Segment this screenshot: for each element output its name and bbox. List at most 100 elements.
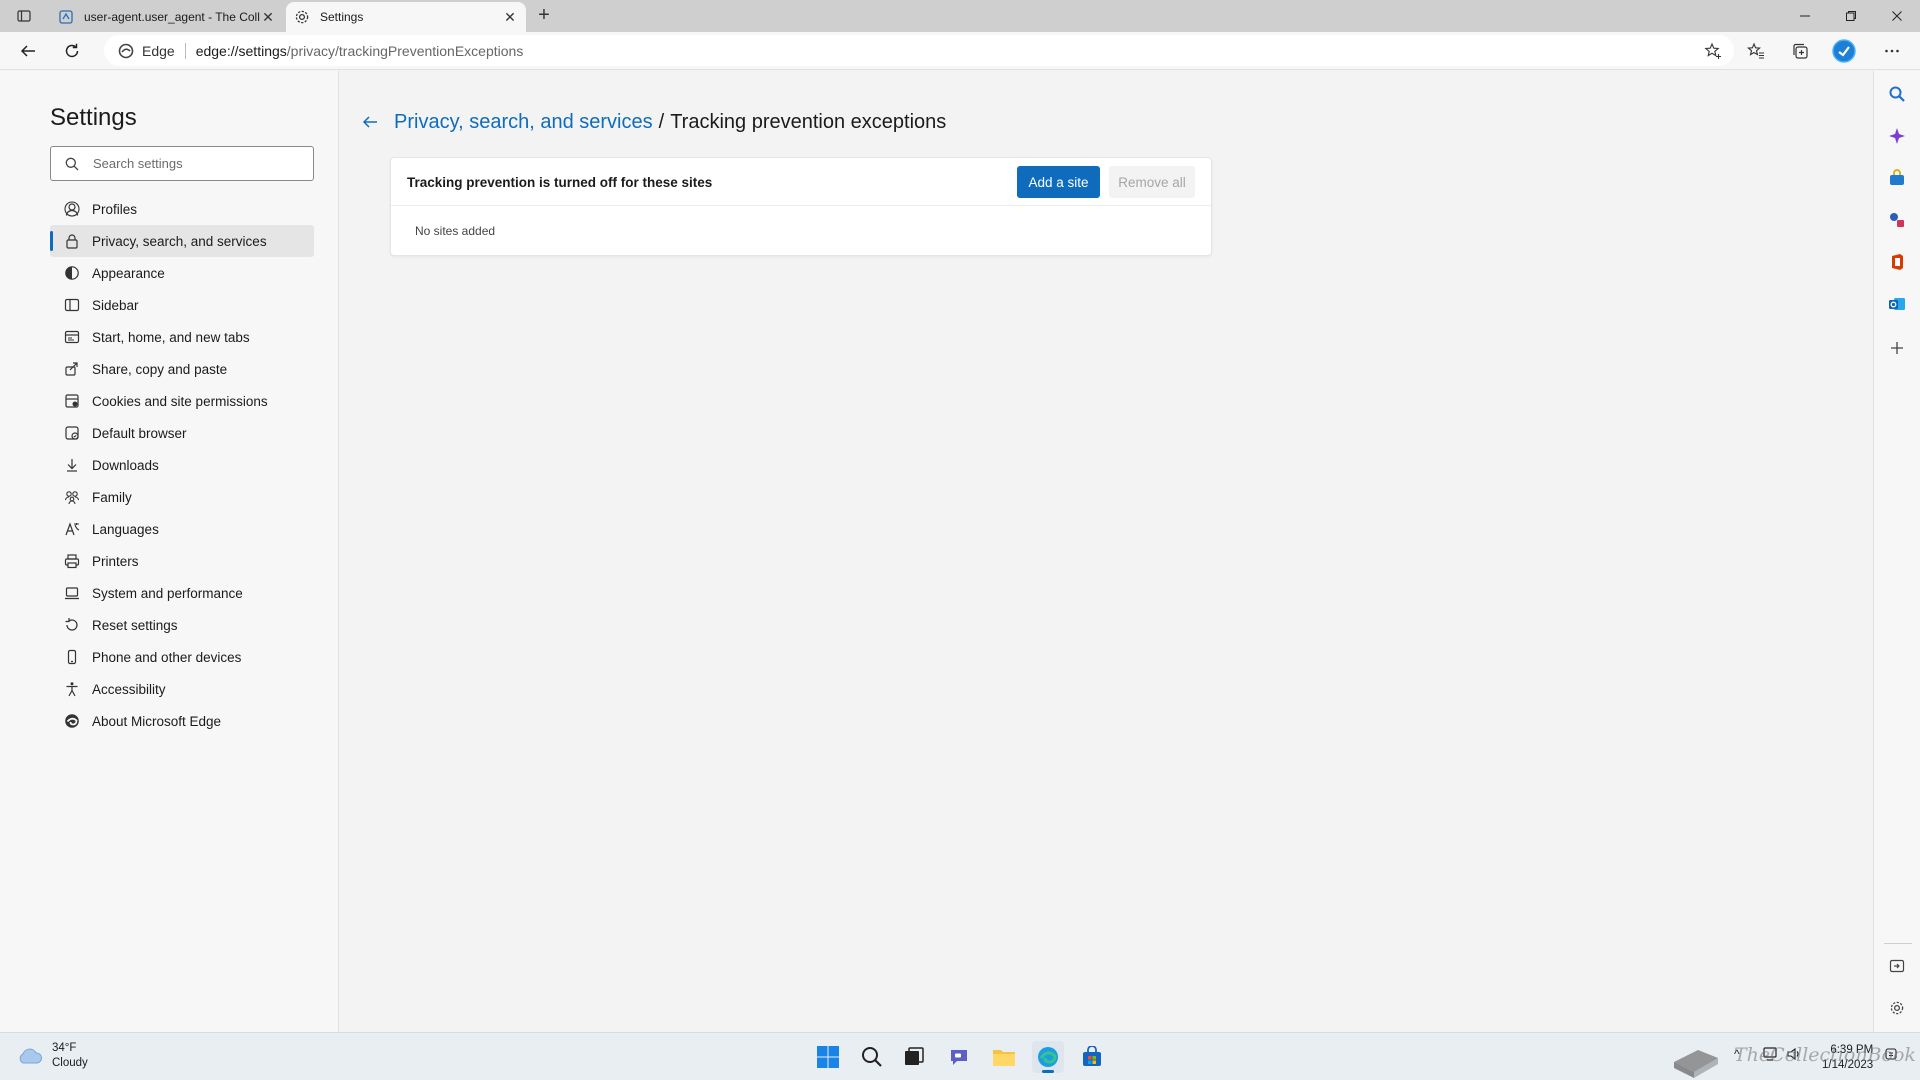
search-icon[interactable] [1886,83,1908,105]
sidebar-item-reset-settings[interactable]: Reset settings [50,609,314,641]
sidebar-item-label: Default browser [92,425,187,441]
address-separator [184,42,186,59]
browser-toolbar: Edge edge://settings/privacy/trackingPre… [0,32,1920,70]
breadcrumb-parent-link[interactable]: Privacy, search, and services [394,111,653,134]
sidebar-item-share-copy-and-paste[interactable]: Share, copy and paste [50,353,314,385]
appearance-icon [64,265,80,281]
sidebar-item-start-home-and-new-tabs[interactable]: Start, home, and new tabs [50,321,314,353]
tab-title: user-agent.user_agent - The Coll [84,10,260,24]
url-host: edge://settings [195,42,287,59]
remove-all-button[interactable]: Remove all [1109,166,1195,198]
tab-title: Settings [320,10,364,24]
tab-actions-button[interactable] [8,4,40,28]
address-bar[interactable]: Edge edge://settings/privacy/trackingPre… [104,35,1734,66]
settings-sidebar: Settings Profiles Privacy, search, and se… [0,71,339,1032]
sidebar-divider [1884,943,1912,944]
sidebar-item-accessibility[interactable]: Accessibility [50,673,314,705]
tools-icon[interactable] [1886,209,1908,231]
profile-avatar-icon[interactable] [1832,39,1856,63]
favorites-icon[interactable] [1744,39,1768,63]
minimize-button[interactable] [1782,0,1828,32]
profile-icon [64,201,80,217]
back-arrow-icon[interactable] [358,110,382,134]
restore-button[interactable] [1828,0,1874,32]
temperature: 34°F [52,1042,77,1054]
book-logo-icon [1674,1050,1718,1078]
sidebar-item-family[interactable]: Family [50,481,314,513]
hide-sidebar-icon[interactable] [1886,955,1908,977]
weather-widget[interactable]: 34°F Cloudy [16,1041,88,1071]
collections-icon[interactable] [1788,39,1812,63]
tab-settings[interactable]: Settings ✕ [286,2,526,32]
empty-state-text: No sites added [415,224,496,238]
sidebar-item-phone-and-other-devices[interactable]: Phone and other devices [50,641,314,673]
sidebar-item-label: About Microsoft Edge [92,713,222,729]
taskbar-search-button[interactable] [856,1041,888,1073]
sidebar-settings-icon[interactable] [1886,997,1908,1019]
store-icon [1083,1046,1101,1066]
sidebar-item-privacy-search-and-services[interactable]: Privacy, search, and services [50,225,314,257]
close-tab-icon[interactable]: ✕ [260,9,276,26]
sidebar-item-system-and-performance[interactable]: System and performance [50,577,314,609]
office-icon[interactable] [1886,251,1908,273]
new-tab-button[interactable]: + [532,4,556,28]
breadcrumb: Privacy, search, and services / Tracking… [358,110,946,134]
start-button[interactable] [812,1041,844,1073]
sidebar-item-appearance[interactable]: Appearance [50,257,314,289]
sidebar-item-sidebar[interactable]: Sidebar [50,289,314,321]
printer-icon [64,553,80,569]
browser-icon [64,425,80,441]
discover-sparkle-icon[interactable] [1886,125,1908,147]
sidebar-item-label: Cookies and site permissions [92,393,268,409]
cookies-icon [64,393,80,409]
add-a-site-button[interactable]: Add a site [1017,166,1100,198]
sidebar-item-label: Start, home, and new tabs [92,329,250,345]
search-icon [65,157,79,170]
sidebar-item-cookies-and-site-permissions[interactable]: Cookies and site permissions [50,385,314,417]
share-icon [64,361,80,377]
sidebar-item-printers[interactable]: Printers [50,545,314,577]
add-favorite-icon[interactable] [1704,42,1722,60]
back-button[interactable] [14,37,42,65]
add-icon[interactable] [1886,337,1908,359]
edge-taskbar-button[interactable] [1032,1041,1064,1073]
close-tab-icon[interactable]: ✕ [502,9,518,26]
search-input[interactable] [93,156,303,171]
reset-icon [64,617,80,633]
close-window-button[interactable] [1874,0,1920,32]
watermark-text: TheCollectionBook [1734,1044,1916,1066]
laptop-icon [64,585,80,601]
accessibility-icon [64,681,80,697]
card-header: Tracking prevention is turned off for th… [391,158,1211,206]
task-view-button[interactable] [898,1041,930,1073]
chat-button[interactable] [943,1041,975,1073]
languages-icon [64,521,80,537]
store-button[interactable] [1076,1041,1108,1073]
download-icon [64,457,80,473]
edge-sidebar [1873,71,1920,1032]
sidebar-item-label: Phone and other devices [92,649,242,665]
phone-icon [64,649,80,665]
sidebar-item-default-browser[interactable]: Default browser [50,417,314,449]
search-settings-field[interactable] [50,146,314,181]
url-text[interactable]: edge://settings/privacy/trackingPreventi… [196,43,524,59]
shopping-bag-icon[interactable] [1886,167,1908,189]
file-explorer-button[interactable] [988,1041,1020,1073]
tab-user-agent[interactable]: user-agent.user_agent - The Coll ✕ [50,2,284,32]
more-options-icon[interactable] [1880,39,1904,63]
sidebar-item-label: Profiles [92,201,138,217]
sidebar-item-downloads[interactable]: Downloads [50,449,314,481]
page-title: Tracking prevention exceptions [670,110,947,133]
sidebar-item-label: Reset settings [92,617,178,633]
windows-logo-icon [817,1046,839,1068]
start-icon [64,329,80,345]
sidebar-item-languages[interactable]: Languages [50,513,314,545]
weather-condition: Cloudy [52,1057,88,1069]
sidebar-item-profiles[interactable]: Profiles [50,193,314,225]
sidebar-item-label: Printers [92,553,139,569]
refresh-button[interactable] [58,37,86,65]
sidebar-item-about-microsoft-edge[interactable]: About Microsoft Edge [50,705,314,737]
sidebar-item-label: Sidebar [92,297,139,313]
outlook-icon[interactable] [1886,293,1908,315]
card-heading: Tracking prevention is turned off for th… [407,175,713,190]
